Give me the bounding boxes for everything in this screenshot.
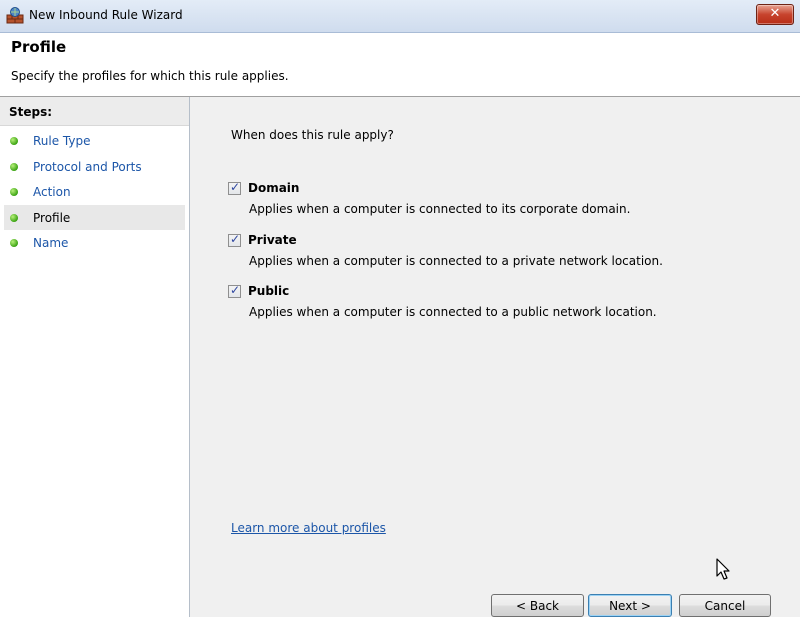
step-label: Rule Type — [33, 134, 91, 148]
step-label: Action — [33, 185, 71, 200]
step-status-icon — [10, 162, 18, 171]
domain-checkbox[interactable]: ✓ — [228, 180, 241, 195]
public-checkbox[interactable]: ✓ — [228, 283, 241, 298]
close-icon: ✕ — [769, 6, 781, 21]
step-label: Protocol and Ports — [33, 159, 142, 174]
page-subtitle: Specify the profiles for which this rule… — [11, 69, 289, 83]
learn-more-link[interactable]: Learn more about profiles — [231, 521, 386, 535]
step-status-icon — [10, 213, 18, 222]
private-label[interactable]: Private — [248, 233, 297, 247]
step-status-icon — [10, 239, 18, 248]
title-bar: New Inbound Rule Wizard ✕ — [0, 0, 800, 33]
step-action[interactable]: Action — [4, 179, 185, 205]
domain-label[interactable]: Domain — [248, 181, 299, 195]
page-title: Profile — [11, 38, 67, 56]
checkmark-icon: ✓ — [230, 232, 241, 246]
step-label: Name — [33, 236, 69, 251]
step-profile[interactable]: Profile — [4, 204, 185, 231]
main-panel: When does this rule apply? ✓ Domain Appl… — [190, 97, 800, 617]
steps-heading: Steps: — [0, 97, 189, 126]
window-title: New Inbound Rule Wizard — [29, 8, 183, 22]
private-description: Applies when a computer is connected to … — [249, 254, 663, 268]
step-status-icon — [10, 137, 18, 145]
next-button[interactable]: Next > — [588, 594, 672, 617]
page-header: Profile Specify the profiles for which t… — [0, 33, 800, 97]
close-button[interactable]: ✕ — [756, 4, 794, 25]
domain-description: Applies when a computer is connected to … — [249, 202, 631, 216]
steps-panel: Steps: Rule Type Protocol and Ports Acti… — [0, 97, 190, 617]
mouse-cursor-icon — [716, 558, 730, 580]
back-button[interactable]: < Back — [491, 594, 584, 617]
step-name[interactable]: Name — [4, 230, 185, 256]
private-checkbox[interactable]: ✓ — [228, 232, 241, 247]
step-protocol-and-ports[interactable]: Protocol and Ports — [4, 154, 185, 180]
public-description: Applies when a computer is connected to … — [249, 305, 657, 319]
step-status-icon — [10, 188, 18, 197]
question-text: When does this rule apply? — [231, 128, 394, 142]
firewall-icon — [6, 7, 24, 24]
step-label: Profile — [33, 210, 71, 225]
cancel-button[interactable]: Cancel — [679, 594, 771, 617]
checkmark-icon: ✓ — [230, 283, 241, 297]
checkmark-icon: ✓ — [230, 180, 241, 194]
step-rule-type[interactable]: Rule Type — [4, 128, 185, 154]
public-label[interactable]: Public — [248, 284, 289, 298]
